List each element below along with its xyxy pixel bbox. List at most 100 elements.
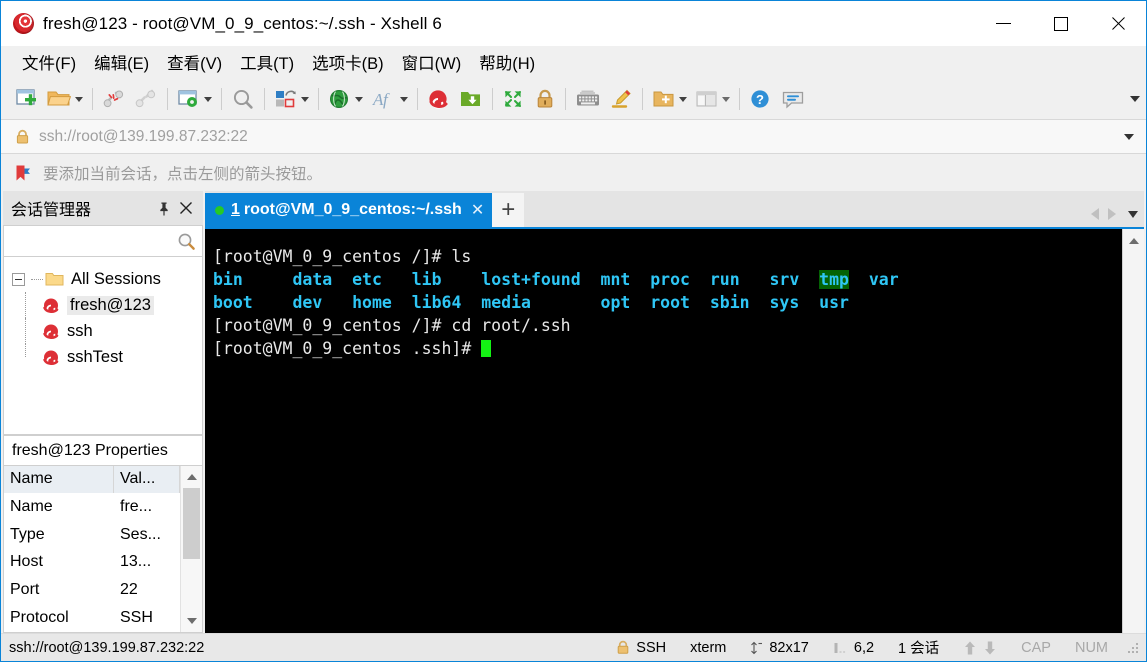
resize-icon xyxy=(750,641,763,655)
xshell-icon[interactable] xyxy=(423,83,455,115)
open-folder-icon[interactable] xyxy=(43,83,87,115)
session-search-box[interactable] xyxy=(0,225,203,257)
sidebar-item-sshtest[interactable]: sshTest xyxy=(4,344,202,370)
toolbar-separator xyxy=(221,88,222,110)
property-value: SSH xyxy=(120,609,153,627)
terminal-line-ls-row2-a: boot xyxy=(213,293,253,312)
add-folder-icon[interactable] xyxy=(648,83,691,115)
session-manager-header: 会话管理器 xyxy=(3,191,203,225)
svg-text:?: ? xyxy=(756,92,764,107)
terminal-scrollbar[interactable] xyxy=(1122,229,1144,633)
tab-bar: 1 root@VM_0_9_centos:~/.ssh ✕ + xyxy=(205,191,1144,227)
table-row[interactable]: Type Ses... xyxy=(4,521,180,549)
chevron-down-icon[interactable] xyxy=(204,96,212,102)
reconnect-icon[interactable] xyxy=(130,83,162,115)
xftp-icon[interactable] xyxy=(455,83,487,115)
chevron-down-icon[interactable] xyxy=(679,96,687,102)
feedback-icon[interactable] xyxy=(777,83,809,115)
table-row[interactable]: Port 22 xyxy=(4,576,180,604)
chevron-down-icon[interactable] xyxy=(400,96,408,102)
search-icon[interactable] xyxy=(177,232,196,251)
property-name: Port xyxy=(10,581,40,599)
next-tab-icon[interactable] xyxy=(1108,208,1116,220)
table-row[interactable]: Host 13... xyxy=(4,549,180,577)
close-icon[interactable] xyxy=(175,197,197,219)
status-size: 82x17 xyxy=(750,640,809,656)
property-value: 22 xyxy=(120,581,138,599)
help-icon[interactable]: ? xyxy=(745,83,777,115)
address-bar[interactable]: ssh://root@139.199.87.232:22 xyxy=(1,119,1146,154)
scroll-down-button[interactable] xyxy=(181,610,202,632)
resize-grip[interactable] xyxy=(1126,641,1140,655)
address-input[interactable]: ssh://root@139.199.87.232:22 xyxy=(39,128,248,146)
table-row[interactable]: Name fre... xyxy=(4,493,180,521)
chevron-down-icon[interactable] xyxy=(75,96,83,102)
chevron-down-icon[interactable] xyxy=(1124,133,1134,140)
prev-tab-icon[interactable] xyxy=(1091,208,1099,220)
chevron-down-icon[interactable] xyxy=(722,96,730,102)
scrollbar-track[interactable] xyxy=(1123,253,1144,633)
toolbar-separator xyxy=(492,88,493,110)
maximize-button[interactable] xyxy=(1032,1,1089,46)
fullscreen-icon[interactable] xyxy=(498,83,530,115)
scrollbar-track[interactable] xyxy=(181,488,202,610)
pin-icon[interactable] xyxy=(153,197,175,219)
status-cursor-label: 6,2 xyxy=(853,639,875,656)
chevron-down-icon[interactable] xyxy=(301,96,309,102)
minimize-button[interactable] xyxy=(975,1,1032,46)
column-icon xyxy=(833,641,848,655)
font-icon[interactable]: A f xyxy=(367,83,412,115)
scroll-up-button[interactable] xyxy=(181,466,202,488)
menu-file[interactable]: 文件(F) xyxy=(13,46,85,78)
column-header-value[interactable]: Val... xyxy=(114,466,180,493)
search-input[interactable] xyxy=(0,226,177,256)
properties-scrollbar[interactable] xyxy=(180,466,202,632)
globe-icon[interactable] xyxy=(324,83,367,115)
session-tree[interactable]: All Sessions fresh@123 ssh sshTest xyxy=(3,257,203,435)
menu-window[interactable]: 窗口(W) xyxy=(393,46,471,78)
status-bar: ssh://root@139.199.87.232:22 SSH xterm 8… xyxy=(1,633,1146,661)
scrollbar-thumb[interactable] xyxy=(183,488,200,559)
sidebar-item-ssh[interactable]: ssh xyxy=(4,318,202,344)
left-panel: 会话管理器 All Sessions fresh@123 ssh sshTest… xyxy=(0,191,203,633)
toolbar-overflow-icon[interactable] xyxy=(1130,96,1140,102)
toolbar-separator xyxy=(167,88,168,110)
menu-tabs[interactable]: 选项卡(B) xyxy=(303,46,393,78)
scroll-up-button[interactable] xyxy=(1123,229,1144,253)
upload-arrow-icon xyxy=(963,640,977,656)
tab-list-icon[interactable] xyxy=(1128,210,1138,218)
new-tab-button[interactable]: + xyxy=(492,193,525,227)
properties-panel: Name Val... Name fre... Type Ses... Host… xyxy=(3,465,203,633)
tab-session-1[interactable]: 1 root@VM_0_9_centos:~/.ssh ✕ xyxy=(205,193,493,227)
collapse-toggle-icon[interactable] xyxy=(12,272,25,286)
sidebar-item-fresh123[interactable]: fresh@123 xyxy=(4,292,202,318)
table-row[interactable]: Protocol SSH xyxy=(4,604,180,632)
chevron-down-icon[interactable] xyxy=(355,96,363,102)
tree-root-all-sessions[interactable]: All Sessions xyxy=(4,266,202,292)
keyboard-icon[interactable] xyxy=(571,83,605,115)
menu-help[interactable]: 帮助(H) xyxy=(470,46,544,78)
menu-tools[interactable]: 工具(T) xyxy=(231,46,303,78)
menu-view[interactable]: 查看(V) xyxy=(158,46,231,78)
status-protocol-label: SSH xyxy=(636,639,667,656)
new-session-icon[interactable] xyxy=(11,83,43,115)
status-term-type: xterm xyxy=(690,639,727,656)
close-button[interactable] xyxy=(1089,1,1146,46)
disconnect-icon[interactable] xyxy=(98,83,130,115)
toolbar-separator xyxy=(739,88,740,110)
split-view-icon[interactable] xyxy=(691,83,734,115)
properties-table: Name Val... Name fre... Type Ses... Host… xyxy=(4,466,180,632)
layout-icon[interactable] xyxy=(270,83,313,115)
session-properties-icon[interactable] xyxy=(173,83,216,115)
menu-edit[interactable]: 编辑(E) xyxy=(85,46,158,78)
lock-icon[interactable] xyxy=(530,83,560,115)
highlight-icon[interactable] xyxy=(605,83,637,115)
tree-root-label: All Sessions xyxy=(71,269,161,288)
right-panel: 1 root@VM_0_9_centos:~/.ssh ✕ + [root@VM… xyxy=(205,191,1144,633)
sidebar-item-label: fresh@123 xyxy=(67,295,154,315)
terminal-output[interactable]: [root@VM_0_9_centos /]# ls bin data etc … xyxy=(205,229,1122,633)
find-icon[interactable] xyxy=(227,83,259,115)
column-header-name[interactable]: Name xyxy=(4,466,114,493)
close-icon[interactable]: ✕ xyxy=(471,200,484,220)
terminal-line-ls-row1-a: bin xyxy=(213,270,243,289)
